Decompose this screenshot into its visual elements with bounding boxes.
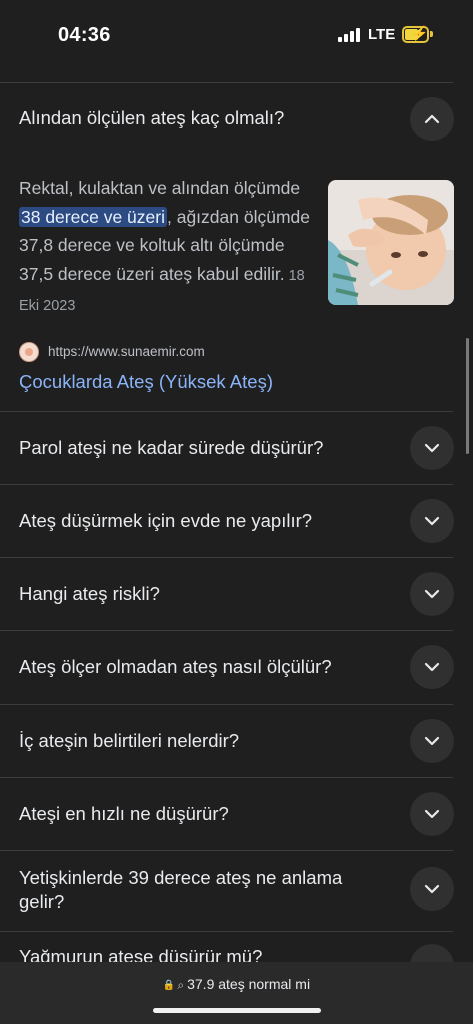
faq-question[interactable]: Parol ateşi ne kadar sürede düşürür? bbox=[19, 436, 389, 460]
expand-button[interactable] bbox=[410, 792, 454, 836]
battery-icon: ⚡ bbox=[402, 25, 429, 43]
expand-button[interactable] bbox=[410, 499, 454, 543]
faq-question[interactable]: İç ateşin belirtileri nelerdir? bbox=[19, 729, 389, 753]
home-indicator[interactable] bbox=[153, 1008, 321, 1013]
expand-button[interactable] bbox=[410, 719, 454, 763]
chevron-down-icon bbox=[424, 809, 440, 819]
divider bbox=[0, 630, 453, 631]
chevron-down-icon bbox=[424, 736, 440, 746]
divider bbox=[0, 411, 453, 412]
search-icon: ⌕ bbox=[177, 978, 185, 992]
divider bbox=[0, 850, 453, 851]
divider bbox=[0, 704, 453, 705]
divider bbox=[0, 931, 453, 932]
collapse-button[interactable] bbox=[410, 97, 454, 141]
answer-highlight: 38 derece ve üzeri bbox=[19, 206, 167, 227]
faq-question[interactable]: Yetişkinlerde 39 derece ateş ne anlama g… bbox=[19, 866, 389, 914]
bottom-address-bar[interactable]: 🔒 ⌕ 37.9 ateş normal mi bbox=[0, 962, 473, 1024]
answer-text-start: Rektal, kulaktan ve alından ölçümde bbox=[19, 178, 301, 198]
chevron-up-icon bbox=[424, 114, 440, 124]
divider bbox=[0, 557, 453, 558]
answer-thumbnail[interactable] bbox=[328, 180, 454, 305]
lock-icon: 🔒 bbox=[162, 980, 176, 991]
chevron-down-icon bbox=[424, 662, 440, 672]
status-time: 04:36 bbox=[58, 24, 111, 46]
site-favicon-icon bbox=[19, 342, 39, 362]
faq-question[interactable]: Hangi ateş riskli? bbox=[19, 582, 389, 606]
chevron-down-icon bbox=[424, 589, 440, 599]
faq-question[interactable]: Ateşi en hızlı ne düşürür? bbox=[19, 802, 389, 826]
faq-answer: Rektal, kulaktan ve alından ölçümde 38 d… bbox=[19, 174, 314, 321]
divider bbox=[0, 777, 453, 778]
address-text[interactable]: 37.9 ateş normal mi bbox=[187, 976, 310, 992]
status-bar: 04:36 LTE ⚡ bbox=[0, 0, 473, 70]
divider bbox=[0, 484, 453, 485]
signal-icon bbox=[338, 28, 360, 42]
expand-button[interactable] bbox=[410, 867, 454, 911]
source-url: https://www.sunaemir.com bbox=[48, 344, 205, 359]
source-link[interactable]: Çocuklarda Ateş (Yüksek Ateş) bbox=[19, 371, 273, 393]
expand-button[interactable] bbox=[410, 645, 454, 689]
expand-button[interactable] bbox=[410, 572, 454, 616]
faq-question[interactable]: Ateş düşürmek için evde ne yapılır? bbox=[19, 509, 389, 533]
address-row[interactable]: 🔒 ⌕ 37.9 ateş normal mi bbox=[0, 976, 473, 993]
expand-button[interactable] bbox=[410, 426, 454, 470]
faq-question[interactable]: Ateş ölçer olmadan ateş nasıl ölçülür? bbox=[19, 655, 389, 679]
child-thermometer-image bbox=[328, 180, 454, 305]
battery-cap bbox=[430, 31, 433, 37]
faq-question-expanded[interactable]: Alından ölçülen ateş kaç olmalı? bbox=[19, 106, 389, 130]
network-label: LTE bbox=[368, 26, 396, 43]
scrollbar[interactable] bbox=[466, 338, 469, 454]
divider bbox=[0, 82, 453, 83]
chevron-down-icon bbox=[424, 443, 440, 453]
chevron-down-icon bbox=[424, 516, 440, 526]
chevron-down-icon bbox=[424, 884, 440, 894]
